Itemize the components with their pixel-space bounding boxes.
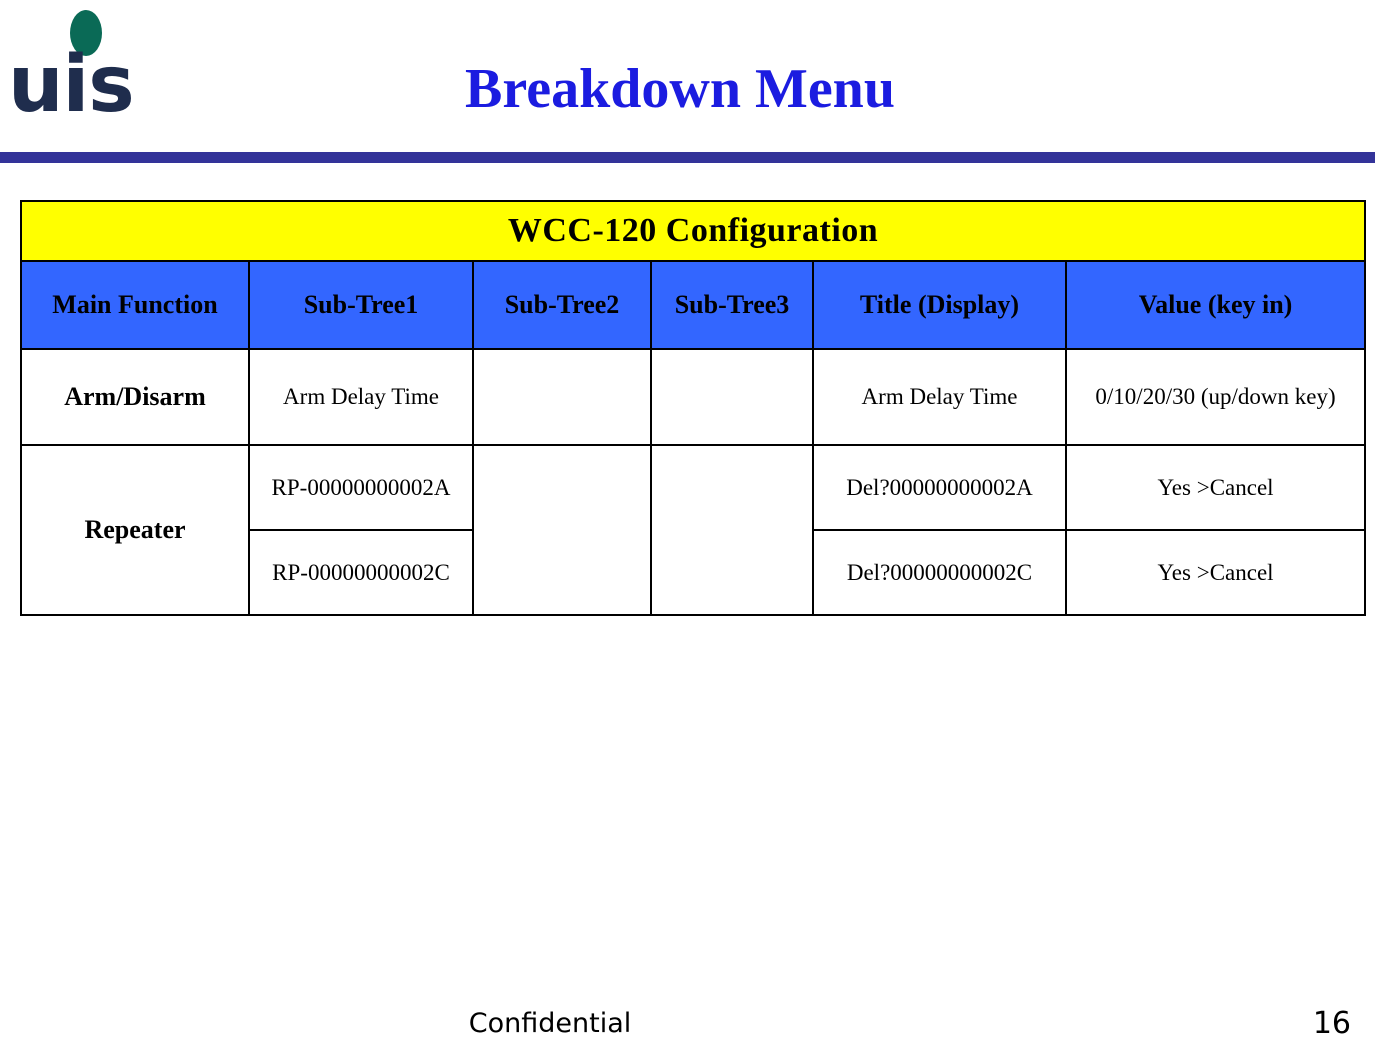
cell-sub-tree2	[472, 348, 652, 446]
cell-sub-tree2	[472, 444, 652, 616]
cell-title-display: Del?00000000002A	[812, 444, 1067, 531]
cell-title-display: Arm Delay Time	[812, 348, 1067, 446]
slide-footer: Confidential 16	[0, 1002, 1375, 1046]
column-header-sub-tree1: Sub-Tree1	[248, 260, 474, 350]
cell-main-function: Arm/Disarm	[20, 348, 250, 446]
slide-header: uis Breakdown Menu	[0, 0, 1375, 165]
cell-sub-tree3	[650, 348, 814, 446]
uis-logo: uis	[8, 8, 173, 133]
cell-sub-tree3	[650, 444, 814, 616]
title-divider	[0, 152, 1375, 163]
cell-sub-tree1: RP-00000000002C	[248, 529, 474, 616]
cell-sub-tree1: RP-00000000002A	[248, 444, 474, 531]
table-row: Arm/Disarm Arm Delay Time Arm Delay Time…	[20, 348, 1367, 446]
column-header-sub-tree3: Sub-Tree3	[650, 260, 814, 350]
cell-sub-tree1: Arm Delay Time	[248, 348, 474, 446]
cell-title-display: Del?00000000002C	[812, 529, 1067, 616]
table-header-row: Main Function Sub-Tree1 Sub-Tree2 Sub-Tr…	[20, 260, 1367, 350]
cell-value-key-in: 0/10/20/30 (up/down key)	[1064, 348, 1367, 446]
column-header-title-display: Title (Display)	[812, 260, 1067, 350]
cell-main-function: Repeater	[20, 444, 250, 616]
page-number: 16	[1312, 1006, 1351, 1041]
column-header-value-key-in: Value (key in)	[1064, 260, 1367, 350]
cell-value-key-in: Yes >Cancel	[1064, 529, 1367, 616]
cell-value-key-in: Yes >Cancel	[1064, 444, 1367, 531]
confidential-label: Confidential	[468, 1008, 632, 1039]
page-title: Breakdown Menu	[465, 58, 895, 120]
table-banner-row: WCC-120 Configuration	[19, 200, 1367, 262]
logo-wordmark: uis	[8, 40, 135, 130]
configuration-table: WCC-120 Configuration Main Function Sub-…	[19, 200, 1367, 616]
table-banner-title: WCC-120 Configuration	[19, 200, 1367, 262]
table-row: Repeater RP-00000000002A Del?00000000002…	[20, 444, 1367, 616]
column-header-main-function: Main Function	[20, 260, 250, 350]
column-header-sub-tree2: Sub-Tree2	[472, 260, 652, 350]
